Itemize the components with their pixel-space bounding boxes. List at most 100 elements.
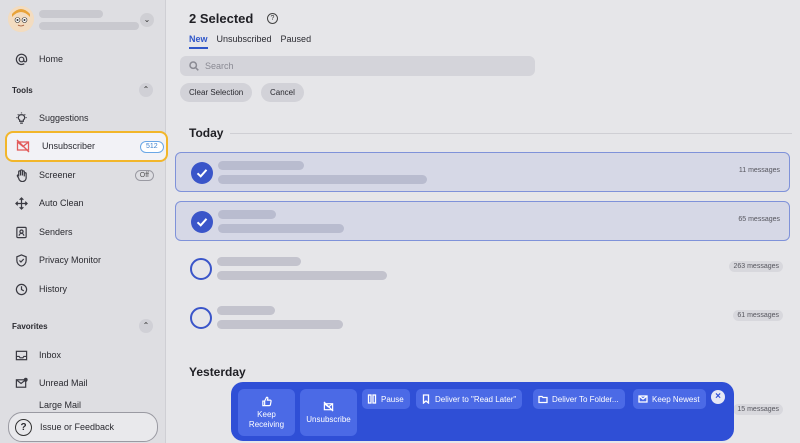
sidebar-item-privacy-monitor[interactable]: Privacy Monitor: [14, 249, 162, 271]
search-icon: [189, 61, 199, 71]
sidebar-item-unread-mail[interactable]: Unread Mail: [14, 372, 162, 394]
help-icon[interactable]: ?: [267, 13, 278, 24]
move-arrows-icon: [14, 196, 28, 210]
sidebar-item-label: Inbox: [39, 350, 62, 360]
message-count: 11 messages: [738, 167, 780, 174]
unread-mail-icon: [14, 376, 28, 390]
search-input[interactable]: Search: [180, 56, 535, 76]
clock-icon: [14, 282, 28, 296]
folder-icon: [538, 395, 548, 404]
favorites-section-title: Favorites: [12, 322, 48, 331]
sender-email-redacted: [218, 175, 427, 184]
checkmark-circle-icon[interactable]: [191, 211, 213, 233]
shield-check-icon: [14, 253, 28, 267]
sidebar-item-label: Senders: [39, 227, 73, 237]
inbox-icon: [14, 348, 28, 362]
pause-button[interactable]: Pause: [362, 389, 410, 409]
keep-newest-label: Keep Newest: [652, 394, 700, 404]
sidebar-item-history[interactable]: History: [14, 278, 162, 300]
sidebar: ⌄ Home Tools ⌃ Suggestions Unsubscriber …: [0, 0, 168, 443]
sidebar-item-suggestions[interactable]: Suggestions: [14, 107, 162, 129]
sidebar-item-label: Home: [39, 54, 64, 64]
thumbs-up-icon: [262, 396, 272, 406]
deliver-to-folder-button[interactable]: Deliver To Folder...: [533, 389, 625, 409]
cancel-button[interactable]: Cancel: [261, 83, 304, 102]
sender-row[interactable]: 65 messages: [175, 201, 790, 241]
sidebar-item-label: Privacy Monitor: [39, 255, 102, 265]
sidebar-item-senders[interactable]: Senders: [14, 221, 162, 243]
at-sign-icon: [14, 52, 28, 66]
feedback-label: Issue or Feedback: [40, 422, 115, 432]
main-panel: 2 Selected ? New Unsubscribed Paused Sea…: [166, 0, 800, 443]
avatar: [8, 6, 34, 32]
message-count: 61 messages: [733, 310, 783, 321]
tab-unsubscribed[interactable]: Unsubscribed: [217, 34, 272, 49]
tab-bar: New Unsubscribed Paused: [189, 34, 311, 49]
sidebar-item-screener[interactable]: Screener Off: [14, 164, 162, 186]
chevron-down-icon[interactable]: ⌄: [140, 13, 154, 27]
unsubscribe-button[interactable]: Unsubscribe: [300, 389, 357, 436]
sender-name-redacted: [217, 257, 301, 266]
keep-receiving-button[interactable]: Keep Receiving: [238, 389, 295, 436]
sidebar-item-inbox[interactable]: Inbox: [14, 344, 162, 366]
contact-card-icon: [14, 225, 28, 239]
group-header-yesterday: Yesterday: [189, 365, 246, 379]
group-header-today: Today: [189, 126, 224, 140]
close-icon[interactable]: ×: [711, 390, 725, 404]
account-switcher[interactable]: ⌄: [8, 6, 158, 34]
deliver-read-later-button[interactable]: Deliver to "Read Later": [416, 389, 523, 409]
divider: [230, 133, 792, 134]
sidebar-item-unsubscriber[interactable]: Unsubscriber 512: [5, 131, 168, 162]
message-count: 263 messages: [729, 261, 783, 272]
sender-name-redacted: [217, 306, 275, 315]
mail-refresh-icon: [638, 395, 648, 403]
unsubscribe-label: Unsubscribe: [306, 414, 351, 424]
message-count: 65 messages: [738, 216, 780, 223]
account-name-redacted: [39, 10, 103, 18]
chevron-up-icon[interactable]: ⌃: [139, 319, 153, 333]
sidebar-item-label: Unsubscriber: [42, 141, 96, 151]
screener-status-badge: Off: [134, 169, 154, 181]
sender-row[interactable]: 61 messages: [175, 298, 790, 338]
sidebar-item-home[interactable]: Home: [14, 48, 162, 70]
sidebar-item-large-mail[interactable]: Large Mail: [14, 400, 162, 410]
search-placeholder: Search: [205, 61, 234, 71]
sidebar-item-label: Unread Mail: [39, 378, 88, 388]
empty-circle-icon[interactable]: [190, 307, 212, 329]
keep-newest-button[interactable]: Keep Newest: [633, 389, 706, 409]
message-count: 15 messages: [733, 404, 783, 415]
checkmark-circle-icon[interactable]: [191, 162, 213, 184]
sender-name-redacted: [218, 210, 276, 219]
sender-row[interactable]: 11 messages: [175, 152, 790, 192]
unsubscriber-count-badge: 512: [140, 141, 164, 153]
bulk-action-bar: Keep Receiving Unsubscribe Pause Deliver…: [231, 382, 734, 441]
tab-paused[interactable]: Paused: [281, 34, 312, 49]
question-icon: ?: [15, 418, 32, 436]
sidebar-item-label: Suggestions: [39, 113, 89, 123]
lightbulb-icon: [14, 111, 28, 125]
sidebar-item-label: Auto Clean: [39, 198, 84, 208]
sender-email-redacted: [218, 224, 344, 233]
deliver-to-folder-label: Deliver To Folder...: [552, 394, 619, 404]
bookmark-icon: [422, 394, 430, 404]
sidebar-item-auto-clean[interactable]: Auto Clean: [14, 192, 162, 214]
muted-mail-icon: [16, 139, 30, 153]
sidebar-item-label: Large Mail: [39, 400, 82, 410]
empty-circle-icon[interactable]: [190, 258, 212, 280]
chevron-up-icon[interactable]: ⌃: [139, 83, 153, 97]
tab-new[interactable]: New: [189, 34, 208, 49]
sender-email-redacted: [217, 320, 343, 329]
sidebar-item-label: History: [39, 284, 68, 294]
pause-label: Pause: [381, 394, 404, 404]
page-title: 2 Selected: [189, 11, 254, 26]
deliver-read-later-label: Deliver to "Read Later": [435, 394, 517, 404]
sender-row[interactable]: 263 messages: [175, 249, 790, 289]
sidebar-item-label: Screener: [39, 170, 76, 180]
issue-feedback-button[interactable]: ? Issue or Feedback: [8, 412, 158, 442]
hand-icon: [14, 168, 28, 182]
muted-mail-icon: [323, 400, 334, 412]
sender-email-redacted: [217, 271, 387, 280]
clear-selection-button[interactable]: Clear Selection: [180, 83, 253, 102]
account-email-redacted: [39, 22, 139, 30]
keep-receiving-label: Keep Receiving: [248, 409, 285, 429]
